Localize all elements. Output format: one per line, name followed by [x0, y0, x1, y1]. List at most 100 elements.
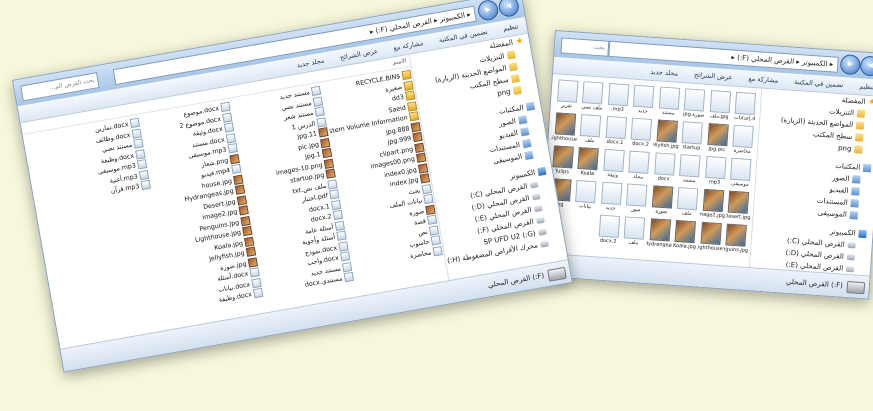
explorer-window-back: بحث ▸ الكمبيوتر ▸ القرص المحلي (F:) ▸ ▸ …	[537, 30, 873, 300]
file-icon-item[interactable]: docx.2	[628, 117, 655, 148]
image-thumbnail-icon	[700, 221, 722, 246]
file-icon-item[interactable]: docx.1	[602, 115, 629, 147]
document-icon	[598, 214, 620, 238]
toolbar-button[interactable]: مجلد جديد	[642, 63, 687, 82]
document-icon	[603, 148, 625, 173]
library-icon	[525, 101, 536, 112]
file-label: جديد	[605, 204, 616, 212]
document-icon	[421, 183, 432, 194]
file-icon-item[interactable]: ملف	[621, 216, 648, 247]
back-button[interactable]: ◂	[859, 55, 873, 77]
file-label: بيانات	[578, 203, 592, 210]
file-icon-item[interactable]: Desert.jpg	[725, 190, 752, 221]
file-icon-item[interactable]: مستند	[676, 154, 703, 185]
file-icon-item[interactable]: وثيقة	[600, 148, 627, 180]
document-icon	[316, 116, 327, 128]
file-icon-item[interactable]: صورة.jpg	[681, 88, 708, 119]
folder-icon	[510, 73, 521, 84]
library-icon	[862, 163, 872, 173]
file-name: قصة	[413, 217, 427, 227]
file-icon-item[interactable]: بيانات	[572, 179, 599, 211]
file-icon-item[interactable]: Koala.jpg	[672, 219, 699, 251]
image-file-icon	[419, 173, 431, 184]
document-icon	[633, 84, 655, 109]
image-file-icon	[319, 137, 331, 148]
file-name: 1.jpg	[304, 151, 322, 161]
file-icon-item[interactable]: Lighthouse	[697, 221, 724, 252]
toolbar-button[interactable]: مشاركة مع	[740, 70, 787, 89]
image-file-icon	[412, 131, 423, 143]
file-icon-item[interactable]: Hydrangea	[646, 218, 673, 249]
file-icon-item[interactable]: صورة	[648, 185, 675, 216]
file-icon-item[interactable]: jpg.ملف	[706, 90, 733, 121]
image-thumbnail-icon	[656, 119, 678, 143]
file-icon-item[interactable]: docx.2	[595, 214, 622, 245]
file-icon-item[interactable]: ملف	[577, 114, 604, 145]
file-label: ملف	[584, 137, 595, 145]
file-icon-item[interactable]: صور	[623, 183, 650, 214]
document-icon	[131, 127, 142, 139]
document-icon	[332, 209, 344, 221]
file-icon-item[interactable]: مجلد	[625, 150, 652, 181]
document-icon	[623, 216, 646, 240]
forward-button[interactable]: ▸	[839, 54, 861, 76]
file-label: ملف	[628, 239, 639, 247]
file-icon-item[interactable]: Jellyfish.jpg	[653, 119, 680, 150]
file-icon-item[interactable]: Lighthouse	[551, 112, 578, 143]
file-label: Desert.jpg	[724, 213, 751, 222]
explorer-window-front: بحث القرص الم... ▸ الكمبيوتر ▸ القرص الم…	[12, 0, 573, 373]
image-file-icon	[242, 225, 253, 237]
file-icon-item[interactable]: 4.إعدادات	[732, 91, 759, 123]
drive-icon	[847, 241, 856, 249]
file-label: مستند	[661, 109, 675, 117]
file-icon-item[interactable]: Penguins.jpg	[722, 223, 749, 254]
document-icon	[730, 157, 752, 181]
folder-icon	[405, 90, 416, 101]
nav-item-label: المستندات	[816, 196, 848, 207]
file-icon-item[interactable]: image2.jpg	[699, 188, 726, 219]
document-icon	[314, 106, 325, 117]
file-icon-item[interactable]: موسيقى	[727, 157, 754, 188]
toolbar-button[interactable]: تنظيم	[851, 78, 873, 96]
image-file-icon	[318, 127, 329, 138]
forward-button[interactable]: ▸	[476, 0, 500, 22]
document-icon	[338, 240, 349, 252]
file-label: تقرير	[560, 102, 573, 110]
file-icon-item[interactable]: mp3	[702, 155, 729, 187]
file-label: صور	[631, 206, 641, 214]
image-thumbnail-icon	[649, 218, 671, 242]
file-icon-item[interactable]: جديد	[630, 84, 657, 115]
back-button[interactable]: ◂	[497, 0, 521, 19]
file-icon-item[interactable]: startup	[678, 121, 705, 152]
document-icon	[600, 181, 623, 206]
file-icon-item[interactable]: docx	[651, 152, 678, 183]
file-label: مجلد	[632, 173, 644, 181]
document-icon	[225, 132, 237, 144]
image-thumbnail-icon	[651, 185, 674, 209]
file-name: صورة	[408, 207, 425, 217]
document-icon	[677, 187, 699, 211]
file-label: docx	[657, 175, 670, 183]
file-icon-item[interactable]: تقرير	[554, 79, 581, 110]
file-icon-item[interactable]: Koala	[574, 146, 601, 178]
file-icon-item[interactable]: mp3.	[604, 82, 631, 114]
file-icon-item[interactable]: مستند	[655, 86, 682, 117]
image-file-icon	[245, 246, 257, 257]
file-label: ملف	[681, 210, 692, 217]
image-file-icon	[323, 158, 334, 169]
search-input[interactable]: بحث	[560, 37, 610, 57]
folder-icon	[854, 145, 863, 154]
status-text: (F:) القرص المحلي	[785, 277, 844, 290]
file-icon-item[interactable]: ملف نصي	[579, 81, 606, 112]
star-icon: ★	[868, 97, 873, 107]
file-icon-item[interactable]: jpg.pic	[704, 122, 731, 154]
image-file-icon	[234, 184, 246, 195]
nav-item-label: سطح المكتب	[812, 130, 853, 141]
folder-icon	[854, 133, 864, 142]
file-icon-item[interactable]: محاضرة	[729, 124, 756, 156]
image-thumbnail-icon	[674, 219, 697, 244]
file-icon-item[interactable]: جديد	[598, 181, 625, 212]
document-icon	[430, 235, 441, 246]
file-icon-item[interactable]: ملف	[674, 187, 701, 218]
document-icon	[140, 179, 151, 191]
